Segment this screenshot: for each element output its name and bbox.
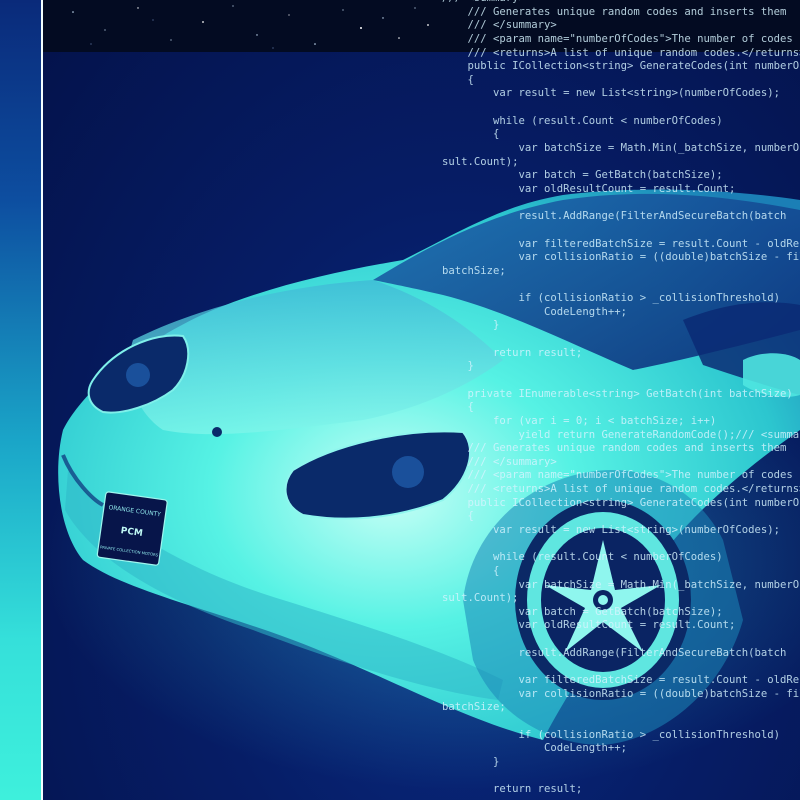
code-line: var oldResultCount = result.Count; [442,182,736,195]
code-line: /// Generates unique random codes and in… [442,442,787,455]
code-line: { [442,128,500,141]
code-line: var batch = GetBatch(batchSize); [442,169,723,182]
code-line: while (result.Count < numberOfCodes) [442,551,723,564]
code-line: /// <returns>A list of unique random cod… [442,46,800,59]
code-line: for (var i = 0; i < batchSize; i++) [442,414,717,427]
car-badge [212,427,222,437]
main-scene: ORANGE COUNTY PCM PRIVATE COLLECTION MOT… [43,0,800,800]
left-gradient-strip [0,0,41,800]
code-line: batchSize; [442,701,506,714]
image-canvas: ORANGE COUNTY PCM PRIVATE COLLECTION MOT… [0,0,800,800]
code-line: sult.Count); [442,155,519,168]
code-line: var collisionRatio = ((double)batchSize … [518,687,800,700]
code-line: /// <param name="numberOfCodes">The numb… [442,32,793,45]
code-line: public ICollection<string> GenerateCodes… [467,496,800,509]
code-line: private IEnumerable<string> GetBatch(int… [442,387,793,400]
code-line: } [442,755,500,768]
code-line: yield return GenerateRandomCode();/// <s… [442,428,800,441]
code-overlay: /// <summary> /// Generates unique rando… [442,0,800,800]
code-line: { [442,564,500,577]
code-line: /// <param name="numberOfCodes">The numb… [442,469,793,482]
code-line: CodeLength++; [442,305,627,318]
code-line: } [442,360,474,373]
code-line: batchSize; [442,264,506,277]
code-line: var result = new List<string>(numberOfCo… [442,523,781,536]
code-line: { [442,510,474,523]
code-line: CodeLength++; [442,742,627,755]
code-line: var collisionRatio = ((double)batchSize … [518,251,800,264]
code-line: return result; [442,346,583,359]
code-line: if (collisionRatio > _collisionThreshold… [442,728,781,741]
code-line: /// Generates unique random codes and in… [442,5,787,18]
code-line: { [442,73,474,86]
code-line: return result; [442,783,583,796]
code-line: while (result.Count < numberOfCodes) [442,114,723,127]
code-line: result.AddRange(FilterAndSecureBatch(bat… [442,210,787,223]
code-line: /// <returns>A list of unique random cod… [442,483,800,496]
code-line: var batchSize = Math.Min(_batchSize, num… [518,578,800,591]
code-line: var batch = GetBatch(batchSize); [442,605,723,618]
code-line: result.AddRange(FilterAndSecureBatch(bat… [442,646,787,659]
code-line: var filteredBatchSize = result.Count - o… [518,237,800,250]
code-line: { [442,401,474,414]
code-line: if (collisionRatio > _collisionThreshold… [442,292,781,305]
code-line: /// </summary> [442,455,557,468]
code-line: public ICollection<string> GenerateCodes… [467,60,800,73]
code-line: var oldResultCount = result.Count; [442,619,736,632]
code-line: var result = new List<string>(numberOfCo… [442,87,781,100]
code-line: sult.Count); [442,592,519,605]
code-line: var batchSize = Math.Min(_batchSize, num… [518,142,800,155]
code-line: var filteredBatchSize = result.Count - o… [518,674,800,687]
license-plate: ORANGE COUNTY PCM PRIVATE COLLECTION MOT… [96,491,168,566]
code-line: /// </summary> [442,19,557,32]
code-line: } [442,319,500,332]
